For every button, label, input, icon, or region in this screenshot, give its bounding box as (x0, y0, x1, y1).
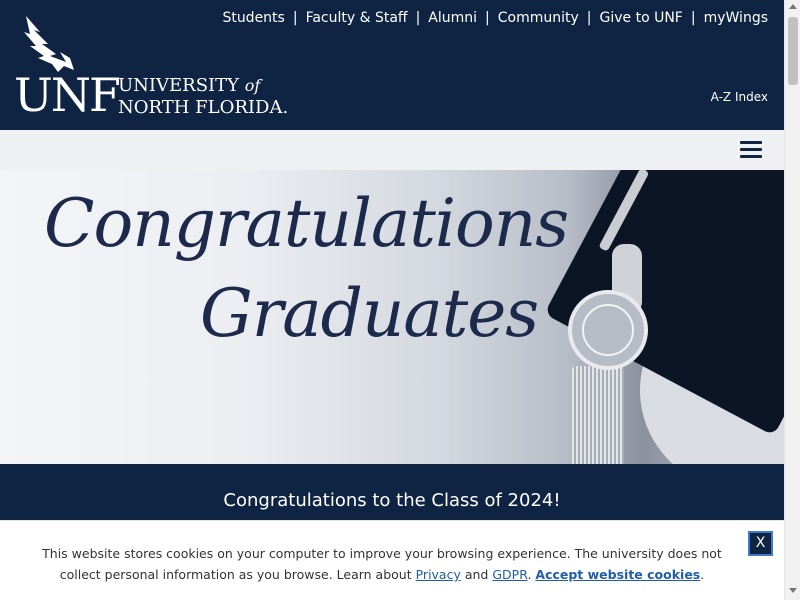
audience-nav: Students | Faculty & Staff | Alumni | Co… (222, 10, 768, 26)
nav-link-community[interactable]: Community (498, 10, 579, 26)
site-header: UNF UNIVERSITY of NORTH FLORIDA. Student… (0, 0, 784, 130)
announcement-text[interactable]: Congratulations to the Class of 2024! (0, 490, 784, 511)
nav-link-mywings[interactable]: myWings (704, 10, 768, 26)
hero-banner-image: Congratulations Graduates (0, 170, 784, 464)
nav-separator: | (292, 10, 298, 26)
gdpr-link[interactable]: GDPR (492, 567, 527, 582)
unf-logo[interactable]: UNF UNIVERSITY of NORTH FLORIDA. (14, 14, 288, 122)
nav-separator: | (415, 10, 421, 26)
menu-bar (0, 130, 784, 170)
az-index-link[interactable]: A-Z Index (711, 90, 768, 104)
osprey-icon (24, 16, 74, 72)
logo-university-text: UNIVERSITY of (118, 75, 261, 96)
nav-link-students[interactable]: Students (222, 10, 284, 26)
hamburger-menu-icon[interactable] (740, 141, 762, 159)
cookie-message: This website stores cookies on your comp… (42, 546, 722, 582)
hero-heading-line1: Congratulations (44, 185, 569, 262)
tassel-medallion-icon (568, 290, 648, 370)
cookie-close-button[interactable]: X (748, 531, 773, 556)
scroll-up-arrow-icon[interactable] (789, 4, 797, 9)
nav-link-give-to-unf[interactable]: Give to UNF (600, 10, 683, 26)
nav-separator: | (690, 10, 696, 26)
hero-heading-line2: Graduates (200, 275, 539, 352)
accept-cookies-link[interactable]: Accept website cookies (535, 567, 700, 582)
nav-separator: | (485, 10, 490, 26)
logo-unf-text: UNF (14, 68, 121, 122)
nav-separator: | (586, 10, 592, 26)
cookie-notice: This website stores cookies on your comp… (0, 520, 784, 600)
nav-link-alumni[interactable]: Alumni (428, 10, 477, 26)
tassel-threads (572, 366, 624, 464)
page-scrollbar[interactable] (784, 0, 800, 600)
logo-north-florida-text: NORTH FLORIDA. (118, 97, 289, 118)
scroll-down-arrow-icon[interactable] (789, 588, 797, 593)
nav-link-faculty-staff[interactable]: Faculty & Staff (306, 10, 408, 26)
privacy-link[interactable]: Privacy (416, 567, 461, 582)
scroll-thumb[interactable] (788, 17, 798, 85)
